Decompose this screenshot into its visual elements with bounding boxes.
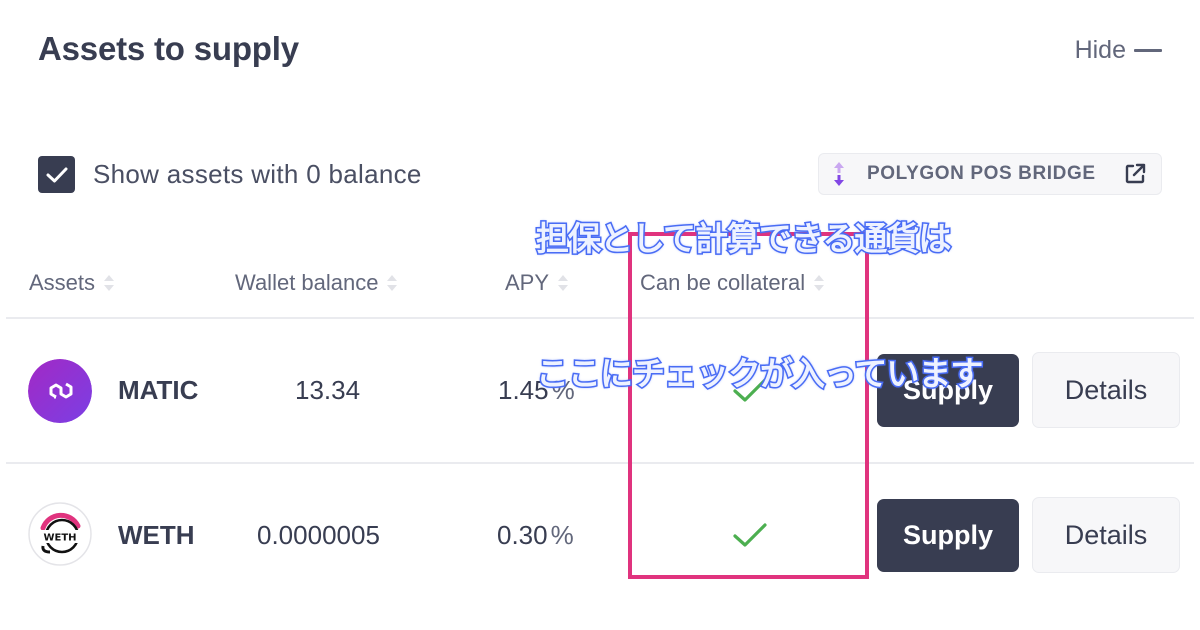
supply-button[interactable]: Supply bbox=[877, 499, 1019, 572]
checkbox-checked[interactable] bbox=[38, 156, 75, 193]
details-button[interactable]: Details bbox=[1032, 352, 1180, 428]
show-zero-balance-toggle[interactable]: Show assets with 0 balance bbox=[38, 156, 422, 193]
apy-value: 0.30% bbox=[497, 520, 574, 551]
sort-icon bbox=[387, 275, 398, 291]
column-header-label: Wallet balance bbox=[235, 270, 379, 295]
polygon-matic-icon bbox=[28, 359, 92, 423]
show-zero-balance-label: Show assets with 0 balance bbox=[93, 159, 422, 189]
annotation-line-2: ここにチェックが入っています bbox=[534, 353, 984, 395]
minus-icon bbox=[1134, 49, 1162, 52]
annotation-line-1: 担保として計算できる通貨は bbox=[534, 218, 952, 260]
external-link-icon bbox=[1125, 163, 1146, 184]
weth-icon: WETH bbox=[28, 502, 92, 566]
annotation-callout: 担保として計算できる通貨は ここにチェックが入っています bbox=[534, 126, 984, 441]
table-row: WETH WETH 0.0000005 0.30% Supply Details bbox=[0, 480, 1200, 590]
asset-symbol: WETH bbox=[118, 520, 195, 550]
column-header-label: Assets bbox=[29, 270, 96, 295]
checkmark-icon bbox=[46, 167, 67, 182]
section-title: Assets to supply bbox=[38, 30, 299, 67]
row-divider bbox=[6, 462, 1194, 464]
column-header-assets[interactable]: Assets bbox=[29, 270, 115, 296]
collateral-check-icon bbox=[733, 523, 767, 547]
asset-symbol: MATIC bbox=[118, 375, 199, 405]
hide-button[interactable]: Hide bbox=[1075, 36, 1162, 65]
apy-number: 0.30 bbox=[497, 520, 548, 550]
details-button[interactable]: Details bbox=[1032, 497, 1180, 573]
apy-unit: % bbox=[550, 520, 574, 550]
hide-label: Hide bbox=[1074, 36, 1126, 64]
wallet-balance: 13.34 bbox=[295, 375, 361, 405]
sort-icon bbox=[104, 275, 115, 291]
column-header-wallet-balance[interactable]: Wallet balance bbox=[235, 270, 398, 296]
wallet-balance: 0.0000005 bbox=[257, 520, 380, 550]
weth-icon-text: WETH bbox=[43, 533, 76, 544]
